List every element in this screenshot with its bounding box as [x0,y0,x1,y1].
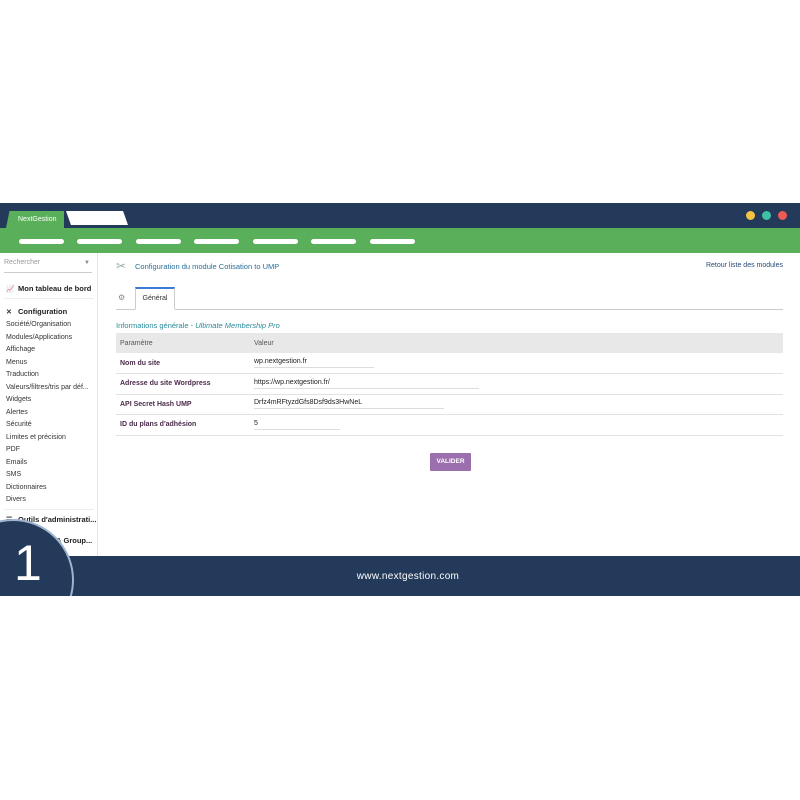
section-title-text: Informations générale - [116,321,196,330]
site-name-input[interactable]: wp.nextgestion.fr [254,358,374,368]
parameters-table: Paramètre Valeur Nom du site wp.nextgest… [116,333,783,436]
row-value-cell: Drfz4mRFtyzdGfs8Dsf9ds3HwNeL [250,394,783,415]
sidebar-item-affichage[interactable]: Affichage [6,346,35,353]
table-row: ID du plans d'adhésion 5 [116,414,783,436]
plan-id-input[interactable]: 5 [254,420,340,430]
sidebar-item-pdf[interactable]: PDF [6,446,20,453]
table-row: Adresse du site Wordpress https://wp.nex… [116,373,783,395]
sidebar-item-widgets[interactable]: Widgets [6,396,31,403]
section-title: Informations générale - Ultimate Members… [116,321,280,330]
main-content: ✂ Configuration du module Cotisation to … [98,253,800,556]
top-bar: NextGestion [0,203,800,228]
nav-item-placeholder[interactable] [311,239,356,244]
api-secret-input[interactable]: Drfz4mRFtyzdGfs8Dsf9ds3HwNeL [254,399,444,410]
section-title-plugin: Ultimate Membership Pro [195,321,280,330]
tabs-divider [116,309,783,310]
tab-nextgestion[interactable]: NextGestion [6,211,64,228]
sidebar-item-dashboard[interactable]: 📈 Mon tableau de bord [6,284,91,293]
table-row: Nom du site wp.nextgestion.fr [116,353,783,374]
row-label: Nom du site [116,353,250,374]
column-header-parametre: Paramètre [116,333,250,353]
nav-item-placeholder[interactable] [370,239,415,244]
sidebar-item-label: Configuration [18,307,68,316]
sidebar-item-divers[interactable]: Divers [6,496,26,503]
sidebar-item-valeurs[interactable]: Valeurs/filtres/tris par déf... [6,384,89,391]
sidebar-item-limites[interactable]: Limites et précision [6,434,66,441]
sidebar-item-dictionnaires[interactable]: Dictionnaires [6,484,46,491]
tab-blank[interactable] [66,211,128,225]
sidebar-item-alertes[interactable]: Alertes [6,409,28,416]
footer: www.nextgestion.com [0,556,800,596]
sidebar-item-societe[interactable]: Société/Organisation [6,321,71,328]
divider [4,509,94,510]
divider [4,298,94,299]
nav-item-placeholder[interactable] [77,239,122,244]
nav-item-placeholder[interactable] [194,239,239,244]
sidebar: Rechercher ▼ 📈 Mon tableau de bord ✕ Confi… [0,253,98,556]
sidebar-item-securite[interactable]: Sécurité [6,421,32,428]
table-header-row: Paramètre Valeur [116,333,783,353]
sidebar-item-modules[interactable]: Modules/Applications [6,334,72,341]
gear-icon[interactable]: ⚙ [118,293,125,302]
row-value-cell: wp.nextgestion.fr [250,353,783,374]
row-label: API Secret Hash UMP [116,394,250,415]
chart-icon: 📈 [6,286,15,293]
main-nav [0,228,800,253]
row-label: ID du plans d'adhésion [116,414,250,436]
search-placeholder: Rechercher [4,259,41,266]
window-dot-yellow[interactable] [746,211,755,220]
window-dot-red[interactable] [778,211,787,220]
sidebar-item-menus[interactable]: Menus [6,359,27,366]
validate-button[interactable]: VALIDER [430,453,471,471]
nav-item-placeholder[interactable] [19,239,64,244]
footer-url: www.nextgestion.com [356,571,460,582]
sidebar-item-label: Mon tableau de bord [18,284,92,293]
row-value-cell: 5 [250,414,783,436]
back-to-modules-link[interactable]: Retour liste des modules [706,262,783,269]
row-value-cell: https://wp.nextgestion.fr/ [250,373,783,395]
sidebar-item-traduction[interactable]: Traduction [6,371,39,378]
tools-icon: ✕ [6,309,12,316]
tab-general[interactable]: Général [135,287,175,310]
nav-item-placeholder[interactable] [136,239,181,244]
sidebar-item-sms[interactable]: SMS [6,471,21,478]
page-title: Configuration du module Cotisation to UM… [135,262,280,271]
sidebar-item-emails[interactable]: Emails [6,459,27,466]
step-number: 1 [14,535,42,591]
row-label: Adresse du site Wordpress [116,373,250,395]
table-row: API Secret Hash UMP Drfz4mRFtyzdGfs8Dsf9… [116,394,783,415]
wordpress-url-input[interactable]: https://wp.nextgestion.fr/ [254,379,479,389]
search-select[interactable]: Rechercher ▼ [4,259,92,273]
tools-icon: ✂ [116,259,127,273]
nav-item-placeholder[interactable] [253,239,298,244]
column-header-valeur: Valeur [250,333,783,353]
sidebar-item-configuration[interactable]: ✕ Configuration [6,307,67,316]
app-frame: NextGestion Rechercher ▼ 📈 Mon tableau de… [0,203,800,596]
window-dot-green[interactable] [762,211,771,220]
chevron-down-icon: ▼ [84,260,90,266]
